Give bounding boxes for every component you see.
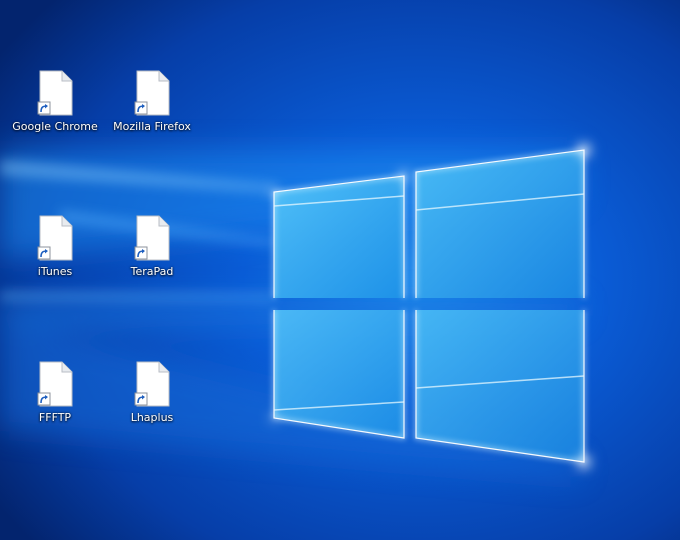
desktop-shortcut-lhaplus[interactable]: Lhaplus [104, 361, 200, 439]
shortcut-label: FFFTP [38, 411, 72, 424]
desktop-shortcut-terapad[interactable]: TeraPad [104, 215, 200, 293]
desktop-shortcut-google-chrome[interactable]: Google Chrome [7, 70, 103, 148]
blank-document-shortcut-icon [37, 215, 73, 261]
desktop[interactable]: Google Chrome Mozilla Firefox iTunes Ter… [0, 0, 680, 540]
shortcut-label: TeraPad [130, 265, 174, 278]
shortcut-label: Mozilla Firefox [113, 120, 191, 133]
blank-document-shortcut-icon [134, 361, 170, 407]
desktop-shortcut-ffftp[interactable]: FFFTP [7, 361, 103, 439]
blank-document-shortcut-icon [37, 70, 73, 116]
blank-document-shortcut-icon [37, 361, 73, 407]
desktop-shortcut-mozilla-firefox[interactable]: Mozilla Firefox [104, 70, 200, 148]
shortcut-label: iTunes [37, 265, 73, 278]
shortcut-label: Lhaplus [130, 411, 174, 424]
blank-document-shortcut-icon [134, 215, 170, 261]
desktop-shortcut-itunes[interactable]: iTunes [7, 215, 103, 293]
blank-document-shortcut-icon [134, 70, 170, 116]
shortcut-label: Google Chrome [12, 120, 98, 133]
